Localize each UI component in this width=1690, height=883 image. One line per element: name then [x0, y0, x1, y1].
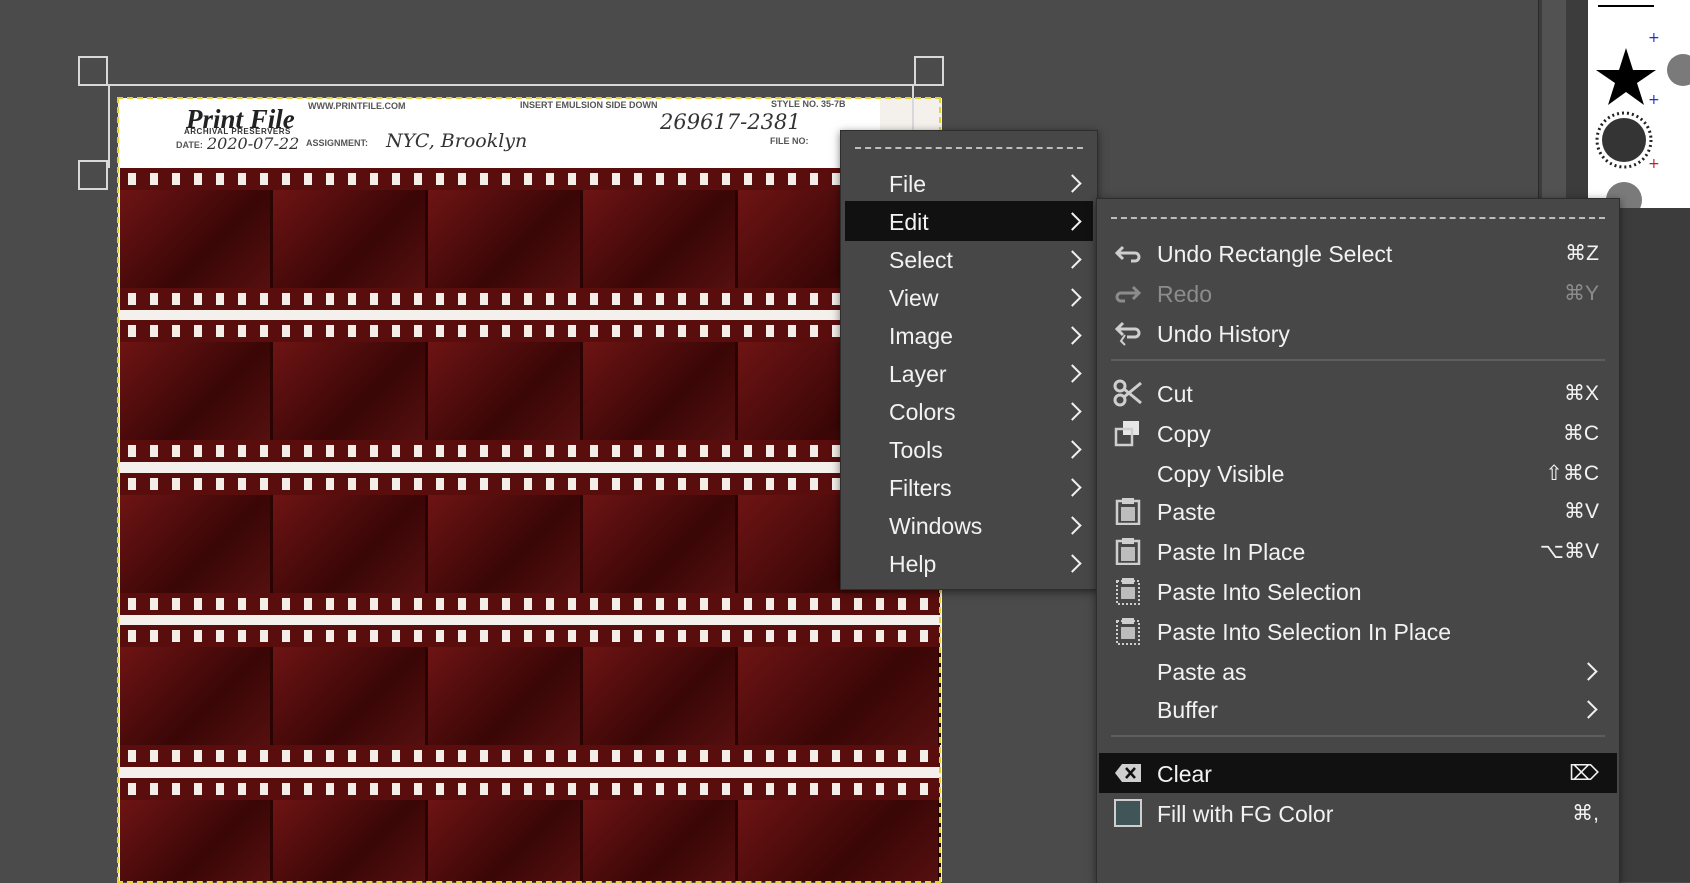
clear-icon [1115, 764, 1141, 782]
menu-item-colors[interactable]: Colors [845, 391, 1093, 431]
film-strip-5 [120, 778, 941, 882]
chevron-right-icon [1063, 250, 1082, 269]
brush-previews-icon: + + + [1595, 5, 1690, 218]
date-label: DATE: [176, 140, 203, 150]
website-text: WWW.PRINTFILE.COM [308, 101, 406, 111]
svg-text:+: + [1648, 30, 1660, 46]
edit-item-buffer[interactable]: Buffer [1099, 689, 1617, 729]
chevron-right-icon [1063, 554, 1082, 573]
file-number-handwritten: 269617-2381 [660, 110, 801, 134]
clipboard-icon [1115, 498, 1141, 525]
dock-scrollbar[interactable] [1542, 0, 1566, 208]
selection-left-edge [108, 84, 110, 168]
menu-item-image[interactable]: Image [845, 315, 1093, 355]
edit-item-clear[interactable]: Clear ⌦ [1099, 753, 1617, 793]
paste-into-selection-icon [1116, 578, 1140, 605]
insert-note-text: INSERT EMULSION SIDE DOWN [520, 100, 658, 110]
chevron-right-icon [1063, 364, 1082, 383]
menu-item-filters[interactable]: Filters [845, 467, 1093, 507]
chevron-right-icon [1579, 662, 1598, 681]
edit-item-paste-in-place[interactable]: Paste In Place ⌥⌘V [1099, 531, 1617, 571]
assignment-handwritten: NYC, Brooklyn [386, 130, 528, 152]
menu-item-windows[interactable]: Windows [845, 505, 1093, 545]
selection-handle-left[interactable] [78, 160, 108, 190]
chevron-right-icon [1063, 402, 1082, 421]
chevron-right-icon [1063, 440, 1082, 459]
forward-delete-shortcut: ⌦ [1569, 762, 1599, 785]
fg-color-swatch-icon [1114, 799, 1142, 827]
edit-item-paste[interactable]: Paste ⌘V [1099, 491, 1617, 531]
edit-item-paste-into-selection-in-place[interactable]: Paste Into Selection In Place [1099, 611, 1617, 651]
menu-item-help[interactable]: Help [845, 543, 1093, 583]
chevron-right-icon [1063, 516, 1082, 535]
clipboard-icon [1115, 538, 1141, 565]
undo-history-icon [1114, 321, 1141, 346]
edit-item-undo-history[interactable]: Undo History [1099, 313, 1617, 353]
film-strip-3 [120, 473, 941, 615]
menu-item-layer[interactable]: Layer [845, 353, 1093, 393]
file-number-label: FILE NO: [770, 136, 809, 146]
edit-item-paste-as[interactable]: Paste as [1099, 651, 1617, 691]
menu-separator [1111, 359, 1605, 361]
chevron-right-icon [1063, 288, 1082, 307]
film-strip-1 [120, 168, 941, 310]
edit-item-cut[interactable]: Cut ⌘X [1099, 373, 1617, 413]
edit-item-copy-visible[interactable]: Copy Visible ⇧⌘C [1099, 453, 1617, 493]
selection-right-edge [912, 84, 914, 134]
scissors-icon [1113, 379, 1142, 407]
menu-item-edit[interactable]: Edit [845, 201, 1093, 241]
copy-icon [1114, 421, 1139, 447]
paste-into-selection-icon [1116, 618, 1140, 645]
edit-item-fill-fg-color[interactable]: Fill with FG Color ⌘, [1099, 793, 1617, 833]
undo-icon [1114, 245, 1141, 263]
film-strip-2 [120, 320, 941, 462]
chevron-right-icon [1063, 478, 1082, 497]
edit-item-copy[interactable]: Copy ⌘C [1099, 413, 1617, 453]
chevron-right-icon [1063, 326, 1082, 345]
menu-item-file[interactable]: File [845, 163, 1093, 203]
menu-item-tools[interactable]: Tools [845, 429, 1093, 469]
chevron-right-icon [1063, 174, 1082, 193]
selection-handle-top-right[interactable] [914, 56, 944, 86]
edit-menu-tearoff[interactable] [1111, 217, 1605, 219]
redo-icon [1115, 285, 1142, 303]
menu-separator [1111, 735, 1605, 737]
svg-text:+: + [1648, 156, 1660, 172]
svg-text:+: + [1648, 92, 1660, 108]
edit-submenu: Undo Rectangle Select ⌘Z Redo ⌘Y Undo Hist… [1096, 198, 1620, 883]
assignment-label: ASSIGNMENT: [306, 138, 369, 148]
main-menu-tearoff[interactable] [855, 147, 1083, 149]
style-number-text: STYLE NO. 35-7B [771, 99, 846, 109]
edit-item-paste-into-selection[interactable]: Paste Into Selection [1099, 571, 1617, 611]
menu-item-view[interactable]: View [845, 277, 1093, 317]
selection-top-edge [108, 84, 914, 86]
film-strip-4 [120, 625, 941, 767]
chevron-right-icon [1579, 700, 1598, 719]
brushes-panel[interactable]: + + + [1588, 0, 1690, 218]
selection-handle-top-left[interactable] [78, 56, 108, 86]
edit-item-redo[interactable]: Redo ⌘Y [1099, 273, 1617, 313]
menu-item-select[interactable]: Select [845, 239, 1093, 279]
main-context-menu: File Edit Select View Image Layer Colors… [840, 130, 1098, 590]
chevron-right-icon [1063, 212, 1082, 231]
edit-item-undo[interactable]: Undo Rectangle Select ⌘Z [1099, 233, 1617, 273]
date-handwritten: 2020-07-22 [207, 134, 300, 153]
